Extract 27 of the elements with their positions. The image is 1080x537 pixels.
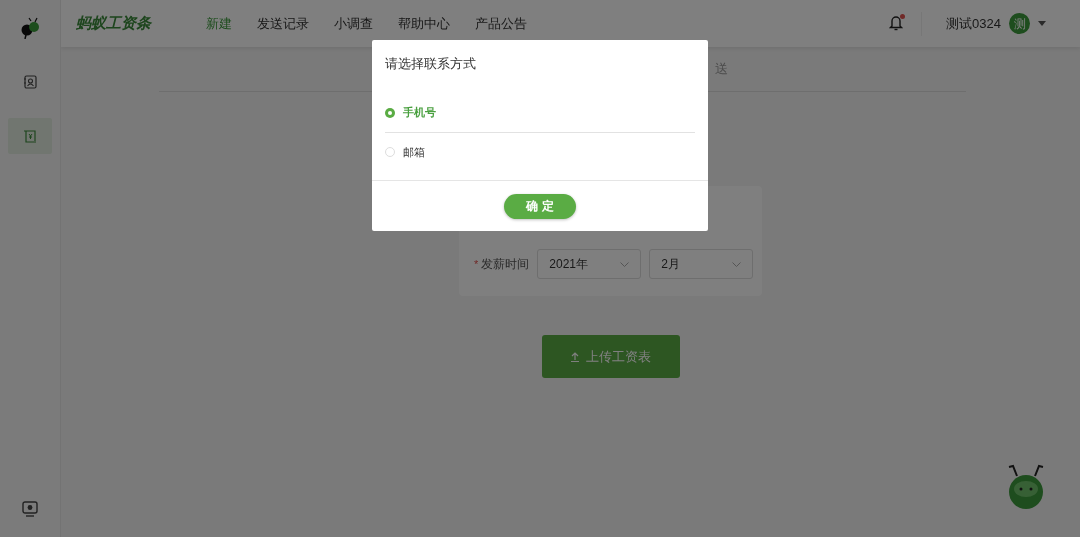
caret-icon[interactable]: [1038, 21, 1046, 26]
chevron-down-icon: [620, 261, 630, 267]
notification-button[interactable]: [889, 14, 906, 33]
select-field[interactable]: 2021年: [537, 249, 642, 279]
nav-tab[interactable]: 产品公告: [475, 13, 527, 34]
bell-icon: [889, 14, 904, 31]
nav-tab[interactable]: 新建: [206, 13, 232, 34]
radio-button[interactable]: [385, 107, 395, 118]
field-label: 发薪时间: [481, 256, 530, 273]
scroll-icon: [22, 128, 38, 144]
radio-option[interactable]: 邮箱: [385, 132, 695, 172]
nav-tab[interactable]: 小调查: [334, 13, 373, 34]
required-asterisk: *: [474, 256, 479, 272]
nav-tab[interactable]: 帮助中心: [398, 13, 450, 34]
settings-icon[interactable]: [22, 501, 38, 517]
radio-option[interactable]: 手机号: [385, 93, 695, 133]
upload-icon: [570, 351, 580, 362]
nav-tab[interactable]: 发送记录: [257, 13, 309, 34]
ant-logo-icon: [19, 17, 41, 39]
user-avatar[interactable]: 测: [1009, 13, 1030, 34]
brand-logo: 蚂蚁工资条: [76, 13, 153, 34]
chevron-down-icon: [732, 261, 742, 267]
user-name[interactable]: 测试0324: [946, 13, 1001, 34]
contact-card-icon: [23, 75, 37, 89]
confirm-button[interactable]: 确 定: [504, 193, 576, 219]
select-field[interactable]: 2月: [649, 249, 754, 279]
dialog-title: 请选择联系方式: [385, 55, 477, 73]
